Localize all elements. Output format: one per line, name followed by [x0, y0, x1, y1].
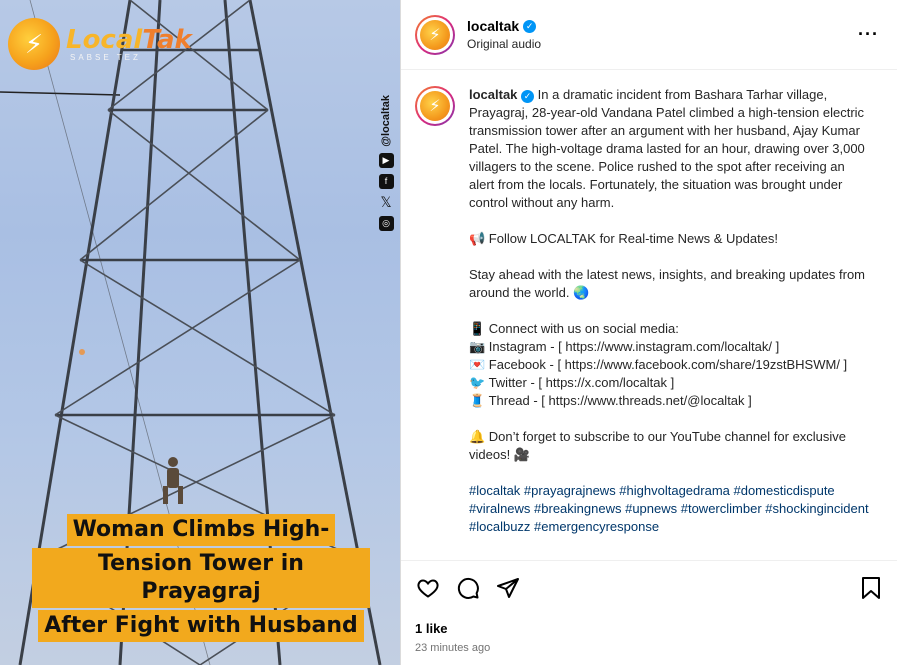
instagram-icon: ◎ [378, 215, 394, 231]
brand-tagline: SABSE TEZ [70, 52, 141, 62]
facebook-icon: f [378, 173, 394, 189]
post-timestamp[interactable]: 23 minutes ago [415, 642, 884, 654]
send-icon [497, 578, 519, 598]
audio-link[interactable]: Original audio [467, 37, 854, 51]
video-caption: Woman Climbs High- Tension Tower in Pray… [32, 513, 370, 643]
hashtag-list[interactable]: #localtak #prayagrajnews #highvoltagedra… [469, 482, 873, 536]
localtak-logo-icon: ⚡ [420, 91, 450, 121]
verified-badge-icon: ✓ [523, 19, 537, 33]
climbing-person [163, 457, 183, 504]
caption-paragraph: 📢 Follow LOCALTAK for Real-time News & U… [469, 231, 779, 246]
likes-count[interactable]: 1 like [415, 621, 884, 636]
post-sidebar: ⚡ localtak ✓ Original audio ··· ⚡ localt… [400, 0, 897, 665]
verified-badge-icon: ✓ [521, 89, 535, 103]
comment-icon [457, 577, 479, 599]
save-button[interactable] [858, 575, 884, 601]
caption-paragraph: Stay ahead with the latest news, insight… [469, 267, 869, 300]
reel-video[interactable]: ⚡ LocalTak SABSE TEZ @localtak ▶ f 𝕏 ◎ W… [0, 0, 400, 665]
like-button[interactable] [415, 575, 441, 601]
localtak-watermark: ⚡ LocalTak SABSE TEZ [8, 18, 192, 70]
caption-body: localtak ✓ In a dramatic incident from B… [469, 86, 873, 559]
caption-line: Woman Climbs High- [66, 514, 336, 546]
x-icon: 𝕏 [380, 193, 392, 210]
post-header: ⚡ localtak ✓ Original audio ··· [401, 0, 897, 70]
post-actions: 1 like 23 minutes ago [401, 560, 897, 654]
avatar[interactable]: ⚡ [415, 86, 455, 126]
localtak-logo: ⚡ [8, 18, 60, 70]
caption-paragraph: 🔔 Don’t forget to subscribe to our YouTu… [469, 429, 850, 462]
caption-line: After Fight with Husband [38, 610, 364, 642]
comment-button[interactable] [455, 575, 481, 601]
heart-icon [417, 579, 439, 598]
avatar[interactable]: ⚡ [415, 14, 455, 55]
caption-paragraph: 📱 Connect with us on social media: 📷 Ins… [469, 321, 848, 408]
caption-paragraph: In a dramatic incident from Bashara Tarh… [469, 87, 869, 210]
bookmark-icon [862, 577, 880, 599]
brand-name-suffix: Tak [142, 24, 192, 55]
caption-section: ⚡ localtak ✓ In a dramatic incident from… [401, 70, 897, 559]
side-handle: @localtak [380, 95, 392, 147]
more-options-button[interactable]: ··· [854, 24, 883, 45]
localtak-logo-icon: ⚡ [420, 19, 450, 50]
side-social-strip: @localtak ▶ f 𝕏 ◎ [378, 95, 394, 231]
caption-username-link[interactable]: localtak [469, 87, 517, 102]
username-link[interactable]: localtak [467, 18, 519, 34]
share-button[interactable] [495, 575, 521, 601]
caption-line: Tension Tower in Prayagraj [32, 548, 370, 608]
youtube-icon: ▶ [378, 152, 394, 168]
brand-name: Local [66, 24, 143, 55]
